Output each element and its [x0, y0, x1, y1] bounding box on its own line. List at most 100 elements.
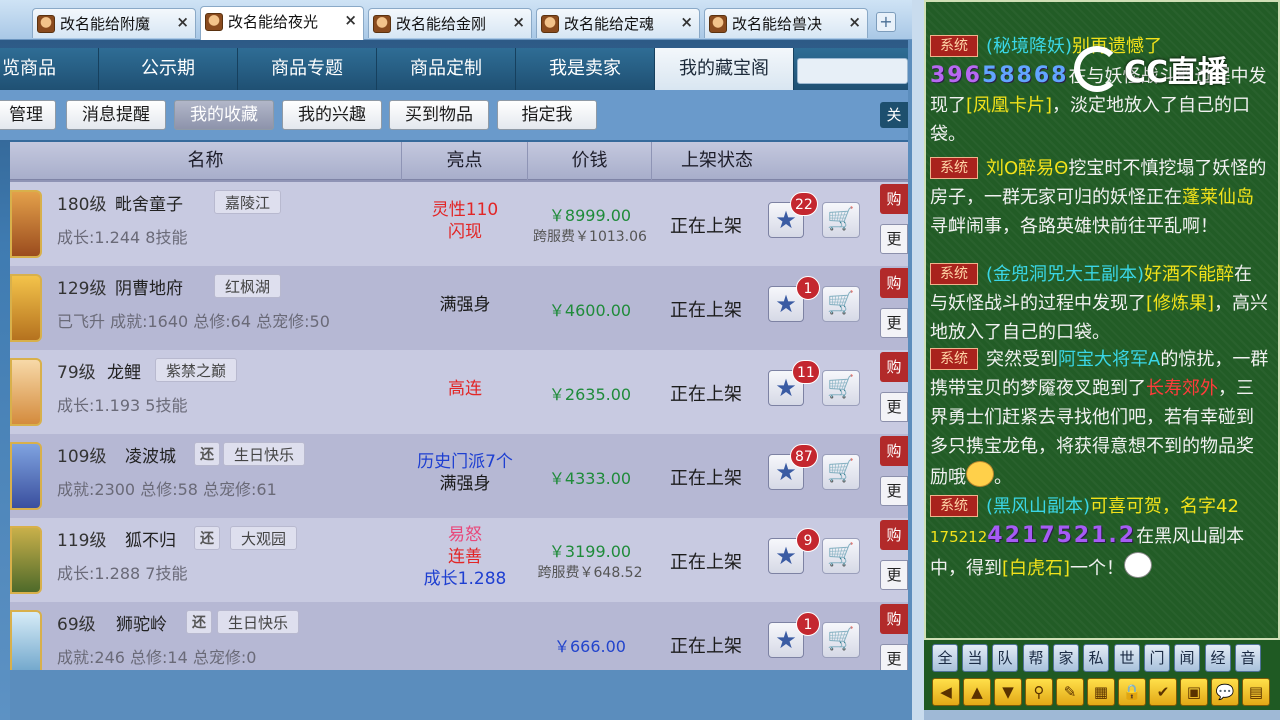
tab-fumo[interactable]: 改名能给附魔 × — [32, 8, 196, 38]
close-icon[interactable]: × — [344, 11, 357, 29]
table-row[interactable]: 79级 龙鲤 紫禁之巅 成长:1.193 5技能 高连 ￥2635.00 正在上… — [10, 350, 908, 434]
cart-icon[interactable]: 🛒 — [822, 538, 860, 574]
arrow-down-icon[interactable]: ▼ — [994, 678, 1022, 706]
buy-button[interactable]: 购 — [880, 268, 908, 298]
search-icon[interactable]: ⚲ — [1025, 678, 1053, 706]
system-tag: 系统 — [930, 263, 978, 285]
table-row[interactable]: 180级 毗舍童子 嘉陵江 成长:1.244 8技能 灵性110 闪现 ￥899… — [10, 182, 908, 266]
chat-message: 系统 刘O醉易Θ挖宝时不慎挖塌了妖怪的房子，一群无家可归的妖怪正在蓬莱仙岛寻衅闹事… — [930, 154, 1270, 241]
close-icon[interactable]: × — [680, 13, 693, 31]
price-cell: ￥2635.00 — [528, 381, 652, 405]
highlight-text: 高连 — [448, 379, 482, 399]
grid-icon[interactable]: ▦ — [1087, 678, 1115, 706]
favorite-count-badge: 22 — [790, 192, 818, 216]
channel-experience[interactable]: 经 — [1205, 644, 1231, 672]
pet-avatar — [10, 526, 42, 594]
buy-button[interactable]: 购 — [880, 520, 908, 550]
channel-sect[interactable]: 门 — [1144, 644, 1170, 672]
cart-icon[interactable]: 🛒 — [822, 622, 860, 658]
item-link: [凤凰卡片] — [966, 95, 1053, 116]
cart-icon[interactable]: 🛒 — [822, 370, 860, 406]
nav-custom[interactable]: 商品定制 — [377, 48, 516, 90]
nav-seller[interactable]: 我是卖家 — [516, 48, 655, 90]
favorites-table: 名称 亮点 价钱 上架状态 180级 毗舍童子 嘉陵江 成长:1.244 8技能… — [10, 142, 908, 686]
pet-avatar-icon — [205, 13, 223, 31]
lock-icon[interactable]: 🔒 — [1118, 678, 1146, 706]
edit-icon[interactable]: ✎ — [1056, 678, 1084, 706]
subnav-interests[interactable]: 我的兴趣 — [282, 100, 382, 130]
buy-button[interactable]: 购 — [880, 604, 908, 634]
channel-private[interactable]: 私 — [1083, 644, 1109, 672]
pet-level: 69级 — [57, 615, 96, 635]
price-value: ￥3199.00 — [548, 542, 632, 561]
chat-bubble-icon[interactable]: 💬 — [1211, 678, 1239, 706]
table-row[interactable]: 129级 阴曹地府 红枫湖 已飞升 成就:1640 总修:64 总宠修:50 满… — [10, 266, 908, 350]
cart-icon[interactable]: 🛒 — [822, 286, 860, 322]
cart-icon[interactable]: 🛒 — [822, 202, 860, 238]
channel-voice[interactable]: 音 — [1235, 644, 1261, 672]
cross-server-fee: 跨服费￥1013.06 — [533, 229, 647, 245]
subnav-right-button[interactable]: 关 — [880, 102, 908, 128]
add-tab-button[interactable]: + — [876, 12, 896, 32]
log-icon[interactable]: ▤ — [1242, 678, 1270, 706]
tab-shoujue[interactable]: 改名能给兽决 × — [704, 8, 868, 38]
tab-label: 改名能给定魂 — [564, 15, 655, 33]
channel-guild[interactable]: 帮 — [1023, 644, 1049, 672]
more-button[interactable]: 更 — [880, 308, 908, 338]
highlight-text: 成长1.288 — [423, 569, 507, 589]
highlight-text: 满强身 — [439, 295, 491, 315]
table-row[interactable]: 109级 凌波城 还 生日快乐 成就:2300 总修:58 总宠修:61 历史门… — [10, 434, 908, 518]
search-input[interactable] — [797, 58, 908, 84]
chat-text: 突然受到 — [986, 349, 1058, 370]
cc-logo-icon — [1074, 46, 1120, 92]
channel-news[interactable]: 闻 — [1174, 644, 1200, 672]
game-window: 改名能给附魔 × 改名能给夜光 × 改名能给金刚 × 改名能给定魂 × 改名能给… — [0, 0, 912, 720]
arrow-up-icon[interactable]: ▲ — [963, 678, 991, 706]
arrow-left-icon[interactable]: ◀ — [932, 678, 960, 706]
close-icon[interactable]: × — [512, 13, 525, 31]
highlight-cell: 满强身 — [402, 294, 528, 316]
close-icon[interactable]: × — [848, 13, 861, 31]
subnav-bought[interactable]: 买到物品 — [389, 100, 489, 130]
close-icon[interactable]: × — [176, 13, 189, 31]
nav-browse[interactable]: 览商品 — [0, 48, 99, 90]
subnav-favorites[interactable]: 我的收藏 — [174, 100, 274, 130]
more-button[interactable]: 更 — [880, 476, 908, 506]
more-button[interactable]: 更 — [880, 224, 908, 254]
nav-my-treasure[interactable]: 我的藏宝阁 — [655, 48, 794, 90]
price-value: ￥8999.00 — [548, 206, 632, 225]
tab-yeguang[interactable]: 改名能给夜光 × — [200, 6, 364, 40]
buy-button[interactable]: 购 — [880, 184, 908, 214]
channel-current[interactable]: 当 — [962, 644, 988, 672]
subnav-manage[interactable]: 管理 — [0, 100, 56, 130]
more-button[interactable]: 更 — [880, 560, 908, 590]
pet-name: 阴曹地府 — [115, 279, 183, 299]
channel-team[interactable]: 队 — [992, 644, 1018, 672]
table-header: 名称 亮点 价钱 上架状态 — [10, 142, 908, 180]
check-icon[interactable]: ✔ — [1149, 678, 1177, 706]
nav-public[interactable]: 公示期 — [99, 48, 238, 90]
table-row[interactable]: 119级 狐不归 还 大观园 成长:1.288 7技能 易怒 连善 成长1.28… — [10, 518, 908, 602]
pet-details: 成长:1.288 7技能 — [57, 564, 188, 583]
more-button[interactable]: 更 — [880, 392, 908, 422]
channel-all[interactable]: 全 — [932, 644, 958, 672]
channel-family[interactable]: 家 — [1053, 644, 1079, 672]
price-value: ￥666.00 — [554, 637, 626, 656]
chat-log[interactable]: 系统 (秘境降妖)别再遗憾了39658868在与妖怪战斗的过程中发现了[凤凰卡片]… — [924, 0, 1280, 640]
channel-world[interactable]: 世 — [1114, 644, 1140, 672]
chat-text: 寻衅闹事，各路英雄快前往平乱啊！ — [930, 216, 1218, 237]
chat-message: 系统 (黑风山副本)可喜可贺，名字42 1752124217521.2在黑风山副本中… — [930, 492, 1270, 583]
nav-topics[interactable]: 商品专题 — [238, 48, 377, 90]
subnav-assigned[interactable]: 指定我 — [497, 100, 597, 130]
highlight-cell: 历史门派7个 满强身 — [402, 451, 528, 495]
highlight-cell: 高连 — [402, 378, 528, 400]
window-icon[interactable]: ▣ — [1180, 678, 1208, 706]
buy-button[interactable]: 购 — [880, 352, 908, 382]
tab-dinghun[interactable]: 改名能给定魂 × — [536, 8, 700, 38]
cart-icon[interactable]: 🛒 — [822, 454, 860, 490]
chat-toolbar: ◀ ▲ ▼ ⚲ ✎ ▦ 🔒 ✔ ▣ 💬 ▤ — [928, 678, 1278, 708]
pet-details: 成长:1.244 8技能 — [57, 228, 188, 247]
tab-jingang[interactable]: 改名能给金刚 × — [368, 8, 532, 38]
subnav-messages[interactable]: 消息提醒 — [66, 100, 166, 130]
buy-button[interactable]: 购 — [880, 436, 908, 466]
